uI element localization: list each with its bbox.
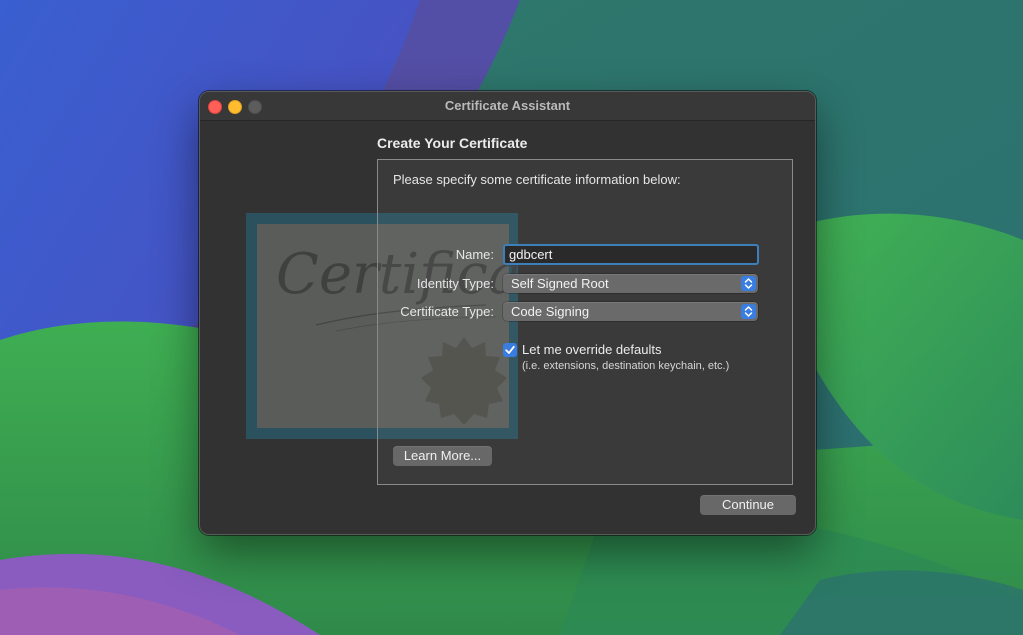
name-label: Name:: [455, 247, 494, 262]
window-title: Certificate Assistant: [444, 98, 571, 113]
override-defaults-label[interactable]: Let me override defaults: [522, 342, 661, 357]
certificate-type-value: Code Signing: [511, 304, 590, 319]
certificate-assistant-window: Certificate Assistant Certificate Create…: [199, 91, 816, 535]
certificate-type-popup[interactable]: Code Signing: [503, 302, 758, 321]
checkmark-icon: [505, 345, 515, 354]
name-input[interactable]: [503, 244, 759, 265]
identity-type-label: Identity Type:: [416, 276, 494, 291]
certificate-type-label: Certificate Type:: [400, 304, 494, 319]
title-bar[interactable]: Certificate Assistant: [200, 92, 815, 121]
learn-more-button[interactable]: Learn More...: [393, 446, 492, 466]
identity-type-popup[interactable]: Self Signed Root: [503, 274, 758, 293]
identity-type-value: Self Signed Root: [511, 276, 609, 291]
override-defaults-checkbox[interactable]: [503, 343, 517, 357]
chevron-updown-icon: [741, 276, 756, 291]
override-defaults-sublabel: (i.e. extensions, destination keychain, …: [522, 360, 730, 372]
chevron-updown-icon: [741, 304, 756, 319]
continue-button[interactable]: Continue: [700, 495, 796, 515]
instructions-text: Please specify some certificate informat…: [393, 172, 681, 187]
section-title: Create Your Certificate: [377, 135, 528, 151]
certificate-info-panel: Please specify some certificate informat…: [377, 159, 793, 485]
